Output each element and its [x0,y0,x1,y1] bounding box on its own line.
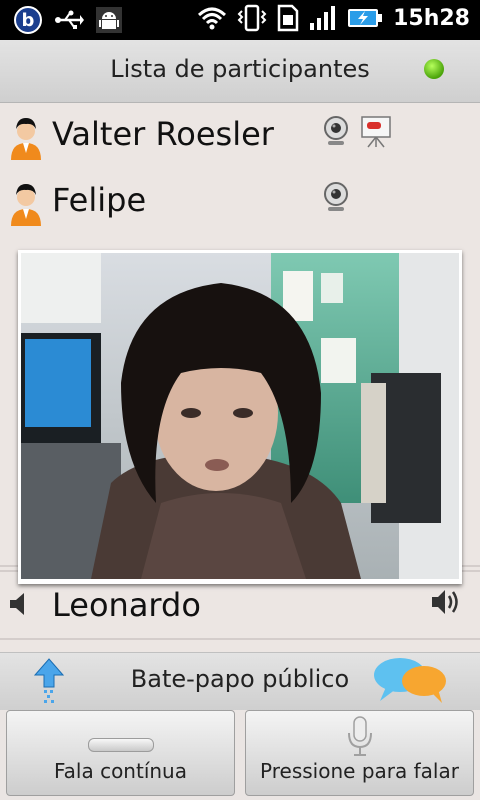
participant-row[interactable]: Felipe [0,169,480,237]
microphone-icon [348,716,372,756]
webcam-icon[interactable] [322,115,350,147]
toggle-bar-icon [88,738,154,752]
participant-name: Felipe [52,181,147,219]
android-debug-icon [96,7,122,33]
vibrate-icon [237,4,267,32]
public-chat-bar[interactable]: Bate-papo público [0,652,480,711]
page-title: Lista de participantes [110,55,370,83]
wifi-icon [198,7,227,30]
speaker-muted-icon [10,593,24,615]
participant-row[interactable]: Valter Roesler [0,103,480,171]
battery-charging-icon [348,9,383,27]
participant-name: Valter Roesler [52,115,274,153]
chat-bubbles-icon[interactable] [372,655,448,705]
connection-status-icon [424,59,444,79]
continuous-talk-button[interactable]: Fala contínua [6,710,235,796]
push-to-talk-button[interactable]: Pressione para falar [245,710,474,796]
participants-header: Lista de participantes [0,40,480,103]
user-avatar-icon [11,118,41,160]
signal-strength-icon [310,6,336,30]
webcam-video-feed [21,253,459,579]
sim-card-icon [277,4,299,32]
continuous-talk-label: Fala contínua [53,759,187,783]
bigbluebutton-logo-icon: b [14,6,42,34]
webcam-video-window[interactable] [18,250,462,584]
clock: 15h28 [393,5,470,31]
push-to-talk-label: Pressione para falar [260,759,459,783]
participant-name: Leonardo [52,586,201,624]
audio-controls: Fala contínua Pressione para falar [0,710,480,800]
usb-icon [55,10,84,29]
status-bar: b 15h28 [0,0,480,40]
presenter-icon[interactable] [360,115,392,149]
speaker-icon[interactable] [430,587,462,617]
user-avatar-icon [11,184,41,226]
webcam-icon[interactable] [322,181,350,213]
